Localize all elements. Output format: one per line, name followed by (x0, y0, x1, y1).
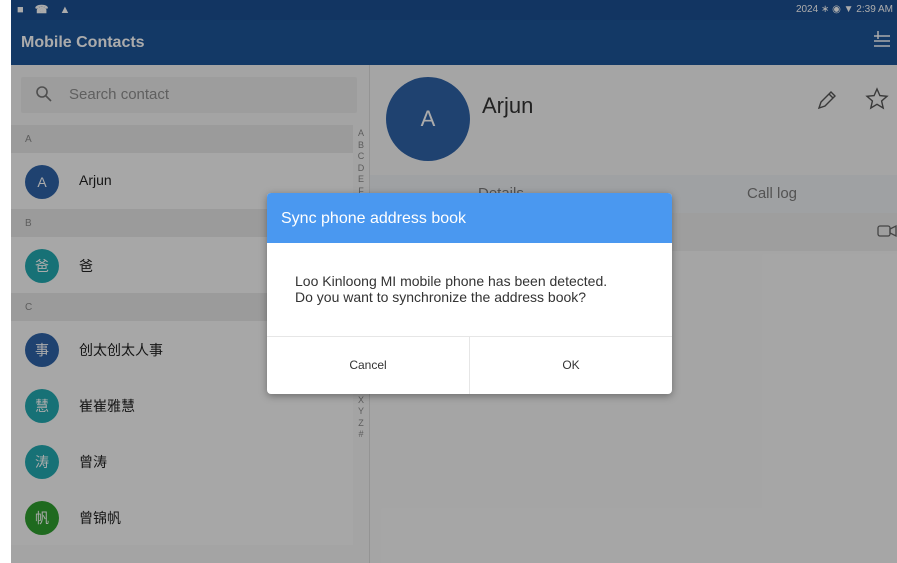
app-frame: ■ ☎ ▲ 2024 ∗ ◉ ▼ 2:39 AM Mobile Contacts… (11, 0, 897, 563)
dialog-message: Loo Kinloong MI mobile phone has been de… (295, 273, 655, 305)
dialog-message-line-2: Do you want to synchronize the address b… (295, 289, 587, 305)
dialog-header: Sync phone address book (267, 193, 672, 243)
cancel-button[interactable]: Cancel (267, 336, 469, 394)
dialog-message-line-1: Loo Kinloong MI mobile phone has been de… (295, 273, 608, 289)
sync-dialog: Sync phone address book Loo Kinloong MI … (267, 193, 672, 394)
dialog-title: Sync phone address book (281, 210, 467, 227)
ok-button[interactable]: OK (470, 336, 672, 394)
